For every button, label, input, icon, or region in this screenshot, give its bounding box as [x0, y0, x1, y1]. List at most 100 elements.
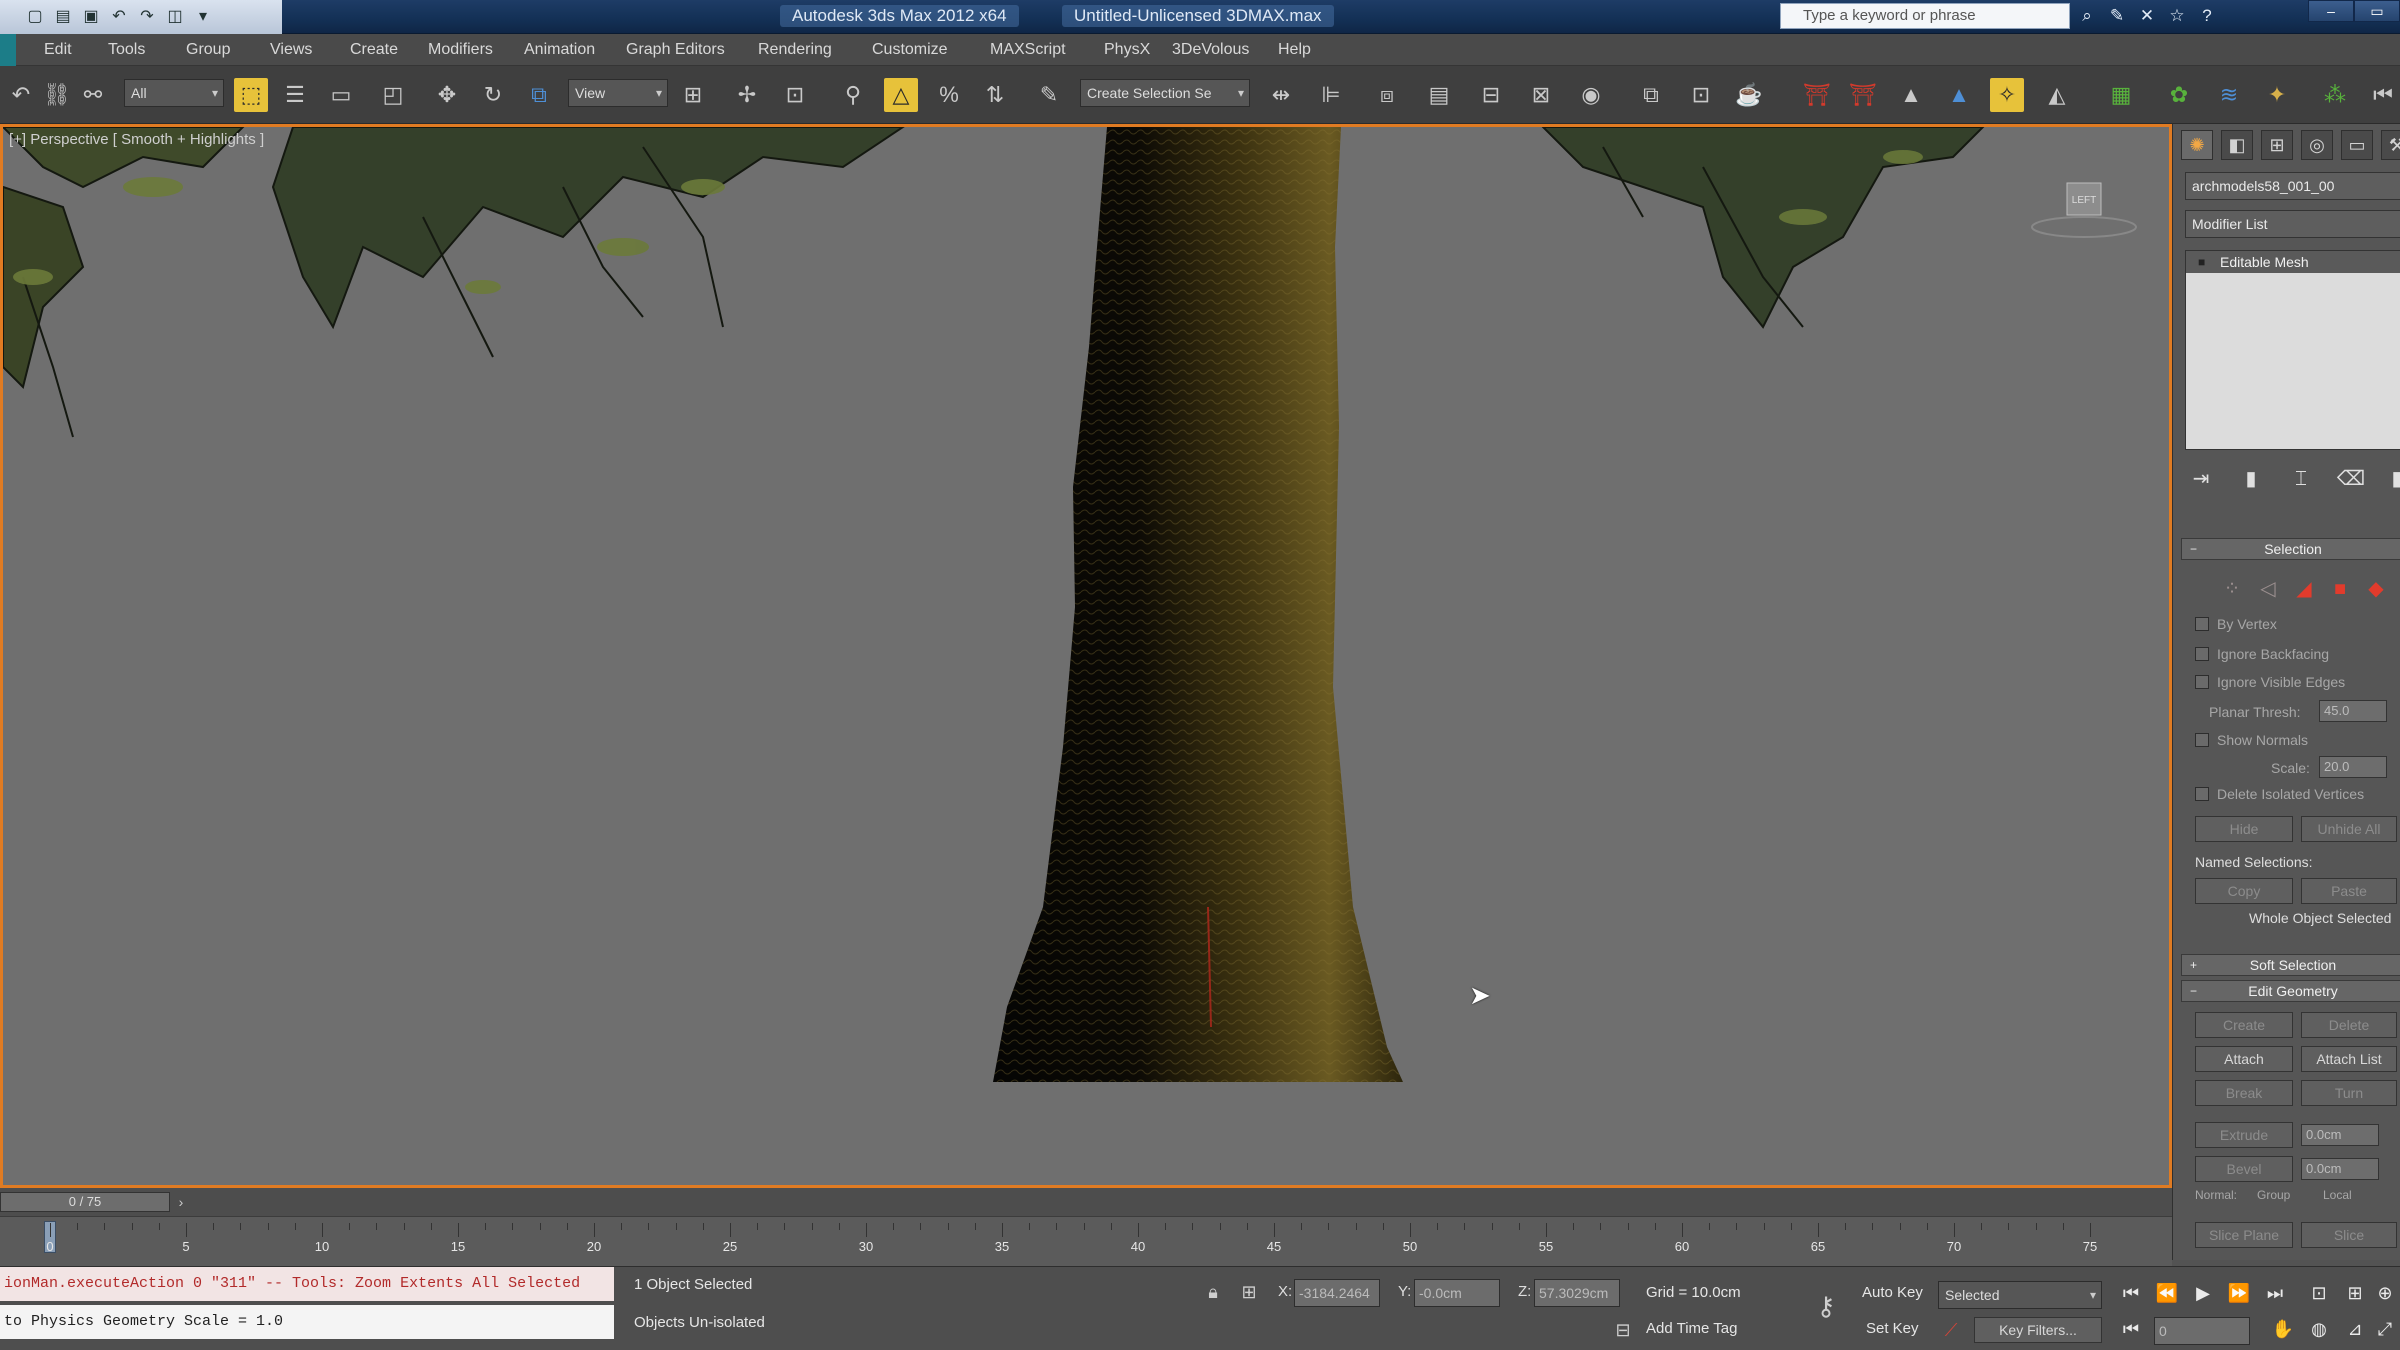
menu-views[interactable]: Views — [270, 40, 312, 60]
selection-filter-dropdown[interactable]: All — [124, 79, 224, 107]
communication-icon[interactable]: ✕ — [2136, 4, 2158, 28]
maximize-icon[interactable]: ▭ — [2354, 0, 2400, 22]
material-editor-icon[interactable]: ◉ — [1574, 78, 1608, 112]
menu-tools[interactable]: Tools — [108, 40, 145, 60]
time-configuration-icon[interactable]: ⊡ — [2304, 1279, 2334, 1307]
menu-help[interactable]: Help — [1278, 40, 1311, 60]
plugin-tool-red-b-icon[interactable]: ⛩ — [1846, 78, 1880, 112]
polygon-icon[interactable]: ■ — [2327, 576, 2353, 602]
x-coordinate-field[interactable]: -3184.2464 — [1294, 1279, 1380, 1307]
add-time-tag[interactable]: Add Time Tag — [1646, 1315, 1737, 1343]
pin-stack-icon[interactable]: ⇥ — [2185, 464, 2217, 494]
perspective-viewport[interactable]: [+] Perspective [ Smooth + Highlights ] … — [0, 124, 2172, 1188]
plugin-tool-red-a-icon[interactable]: ⛩ — [1800, 78, 1834, 112]
soft-selection-rollout-header[interactable]: + Soft Selection — [2181, 954, 2400, 976]
rect-selection-region-icon[interactable]: ▭ — [324, 78, 358, 112]
set-key-button[interactable]: Set Key — [1866, 1315, 1919, 1343]
save-icon[interactable]: ▣ — [80, 7, 102, 27]
named-selection-dropdown[interactable]: Create Selection Se — [1080, 79, 1250, 107]
attach-list-button[interactable]: Attach List — [2301, 1046, 2397, 1072]
track-bar[interactable]: 0 5 10 15 20 25 30 35 40 45 50 55 60 65 70 75 — [0, 1216, 2172, 1266]
angle-snap-icon[interactable]: △ — [884, 78, 918, 112]
menu-maxscript[interactable]: MAXScript — [990, 40, 1066, 60]
viewport-label[interactable]: [+] Perspective [ Smooth + Highlights ] — [9, 131, 264, 148]
menu-graph-editors[interactable]: Graph Editors — [626, 40, 725, 60]
plugin-tool-gray-icon[interactable]: ▲ — [1894, 78, 1928, 112]
set-key-mode-icon[interactable]: ⚷ — [1808, 1293, 1844, 1319]
key-filters-button[interactable]: Key Filters... — [1974, 1317, 2102, 1343]
window-crossing-icon[interactable]: ◰ — [376, 78, 410, 112]
planar-thresh-spinner[interactable]: 45.0 — [2319, 700, 2387, 722]
selection-rollout-header[interactable]: − Selection — [2181, 538, 2400, 560]
menu-group[interactable]: Group — [186, 40, 230, 60]
plugin-tool-blue-icon[interactable]: ▲ — [1942, 78, 1976, 112]
favorites-star-icon[interactable]: ☆ — [2166, 4, 2188, 28]
show-normals-checkbox[interactable]: Show Normals — [2195, 732, 2308, 748]
minimize-icon[interactable]: – — [2308, 0, 2354, 22]
rotate-icon[interactable]: ↻ — [476, 78, 510, 112]
select-by-name-icon[interactable]: ☰ — [278, 78, 312, 112]
search-input[interactable]: Type a keyword or phrase — [1780, 3, 2070, 29]
modifier-stack[interactable]: Editable Mesh — [2185, 250, 2400, 450]
select-link-icon[interactable]: ⛓ — [40, 78, 74, 112]
display-tab-icon[interactable]: ▭ — [2341, 130, 2373, 160]
time-slider[interactable]: 0 / 75 › — [0, 1188, 2172, 1216]
plugin-tool-active-icon[interactable]: ✧ — [1990, 78, 2024, 112]
lock-selection-icon[interactable]: 🔒︎ — [1200, 1279, 1226, 1305]
select-object-icon[interactable]: ⬚ — [234, 78, 268, 112]
undo-icon[interactable]: ↶ — [108, 7, 130, 27]
hide-button[interactable]: Hide — [2195, 816, 2293, 842]
new-file-icon[interactable]: ▢ — [24, 7, 46, 27]
modifier-list-dropdown[interactable]: Modifier List — [2185, 210, 2400, 238]
normal-group-radio[interactable]: Group — [2257, 1188, 2290, 1202]
play-icon[interactable]: ▶ — [2188, 1279, 2218, 1307]
scale-icon[interactable]: ⧉ — [522, 78, 556, 112]
keyboard-shortcut-override-icon[interactable]: ⊡ — [778, 78, 812, 112]
delete-button[interactable]: Delete — [2301, 1012, 2397, 1038]
move-icon[interactable]: ✥ — [430, 78, 464, 112]
auto-key-button[interactable]: Auto Key — [1862, 1279, 1923, 1307]
zoom-extents-icon[interactable]: ⊞ — [2340, 1279, 2370, 1307]
open-file-icon[interactable]: ▤ — [52, 7, 74, 27]
copy-button[interactable]: Copy — [2195, 878, 2293, 904]
modify-tab-icon[interactable]: ◧ — [2221, 130, 2253, 160]
slice-plane-button[interactable]: Slice Plane — [2195, 1222, 2293, 1248]
next-frame-icon[interactable]: ⏩ — [2224, 1279, 2254, 1307]
spinner-snap-icon[interactable]: ⇅ — [978, 78, 1012, 112]
plugin-tool-yellow-icon[interactable]: ✦ — [2260, 78, 2294, 112]
key-selection-dropdown[interactable]: Selected — [1938, 1281, 2102, 1309]
element-icon[interactable]: ◆ — [2363, 576, 2389, 602]
menu-physx[interactable]: PhysX — [1104, 40, 1150, 60]
railclone-icon[interactable]: ✿ — [2162, 78, 2196, 112]
extrude-button[interactable]: Extrude — [2195, 1122, 2293, 1148]
face-icon[interactable]: ◢ — [2291, 576, 2317, 602]
curve-editor-icon[interactable]: ⊟ — [1474, 78, 1508, 112]
normals-scale-spinner[interactable]: 20.0 — [2319, 756, 2387, 778]
layer-manager-icon[interactable]: ⧈ — [1370, 78, 1404, 112]
reference-coordinate-dropdown[interactable]: View — [568, 79, 668, 107]
menu-rendering[interactable]: Rendering — [758, 40, 832, 60]
edit-geometry-rollout-header[interactable]: − Edit Geometry — [2181, 980, 2400, 1002]
ignore-backfacing-checkbox[interactable]: Ignore Backfacing — [2195, 646, 2329, 662]
subscription-icon[interactable]: ✎ — [2106, 4, 2128, 28]
render-production-icon[interactable]: ☕ — [1732, 78, 1766, 112]
snaps-toggle-icon[interactable]: ⚲ — [836, 78, 870, 112]
ignore-visible-edges-checkbox[interactable]: Ignore Visible Edges — [2195, 674, 2345, 690]
graphite-ribbon-icon[interactable]: ▤ — [1422, 78, 1456, 112]
extrude-spinner[interactable]: 0.0cm — [2301, 1124, 2379, 1146]
utilities-tab-icon[interactable]: ⚒ — [2381, 130, 2400, 160]
undo-tool-icon[interactable]: ↶ — [4, 78, 38, 112]
itoo-tool-icon[interactable]: ≋ — [2212, 78, 2246, 112]
by-vertex-checkbox[interactable]: By Vertex — [2195, 616, 2277, 632]
menu-customize[interactable]: Customize — [872, 40, 948, 60]
project-folder-icon[interactable]: ◫ — [164, 7, 186, 27]
make-unique-icon[interactable]: ⌶ — [2285, 464, 2317, 494]
previous-frame-icon[interactable]: ⏪ — [2152, 1279, 2182, 1307]
y-coordinate-field[interactable]: -0.0cm — [1414, 1279, 1500, 1307]
object-name-field[interactable]: archmodels58_001_00 — [2185, 172, 2400, 200]
create-tab-icon[interactable]: ✺ — [2181, 130, 2213, 160]
field-of-view-icon[interactable]: ⊿ — [2340, 1315, 2370, 1343]
viewcube[interactable]: LEFT — [2029, 175, 2139, 245]
menu-create[interactable]: Create — [350, 40, 398, 60]
plugin-tool-white-icon[interactable]: ◭ — [2040, 78, 2074, 112]
